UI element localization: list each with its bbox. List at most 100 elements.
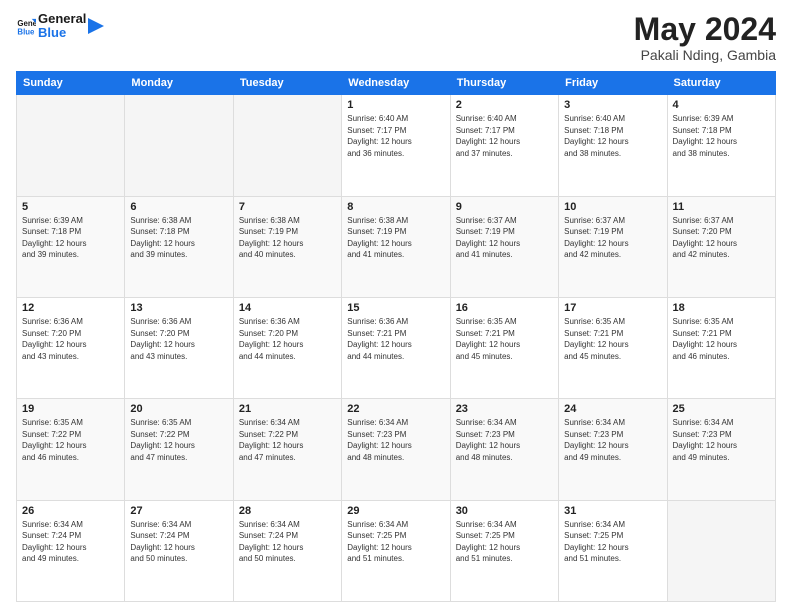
calendar-cell: 25 Sunrise: 6:34 AM Sunset: 7:23 PM Dayli…: [667, 399, 775, 500]
weekday-header-thursday: Thursday: [450, 72, 558, 95]
day-number: 16: [456, 302, 553, 314]
calendar-cell: 11Sunrise: 6:37 AM Sunset: 7:20 PM Dayli…: [667, 196, 775, 297]
calendar-cell: 13 Sunrise: 6:36 AM Sunset: 7:20 PM Dayli…: [125, 297, 233, 398]
calendar-cell: 30 Sunrise: 6:34 AM Sunset: 7:25 PM Dayli…: [450, 500, 558, 601]
calendar-cell: 26Sunrise: 6:34 AM Sunset: 7:24 PM Dayli…: [17, 500, 125, 601]
day-info: Sunrise: 6:34 AM Sunset: 7:23 PM Dayligh…: [673, 417, 770, 463]
day-info: Sunrise: 6:35 AM Sunset: 7:22 PM Dayligh…: [130, 417, 227, 463]
calendar-week-3: 12 Sunrise: 6:36 AM Sunset: 7:20 PM Dayli…: [17, 297, 776, 398]
day-number: 18: [673, 302, 770, 314]
day-number: 30: [456, 505, 553, 517]
day-number: 25: [673, 403, 770, 415]
day-info: Sunrise: 6:36 AM Sunset: 7:20 PM Dayligh…: [22, 316, 119, 362]
weekday-header-sunday: Sunday: [17, 72, 125, 95]
calendar-cell: 4Sunrise: 6:39 AM Sunset: 7:18 PM Daylig…: [667, 95, 775, 196]
day-info: Sunrise: 6:34 AM Sunset: 7:24 PM Dayligh…: [130, 519, 227, 565]
day-info: Sunrise: 6:40 AM Sunset: 7:17 PM Dayligh…: [347, 113, 444, 159]
calendar-cell: [125, 95, 233, 196]
calendar-cell: 19 Sunrise: 6:35 AM Sunset: 7:22 PM Dayli…: [17, 399, 125, 500]
logo-icon: General Blue: [16, 16, 36, 36]
weekday-header-saturday: Saturday: [667, 72, 775, 95]
calendar-cell: 6 Sunrise: 6:38 AM Sunset: 7:18 PM Daylig…: [125, 196, 233, 297]
day-info: Sunrise: 6:40 AM Sunset: 7:17 PM Dayligh…: [456, 113, 553, 159]
day-number: 13: [130, 302, 227, 314]
day-number: 3: [564, 99, 661, 111]
calendar-cell: 31 Sunrise: 6:34 AM Sunset: 7:25 PM Dayli…: [559, 500, 667, 601]
day-number: 6: [130, 201, 227, 213]
calendar-cell: 12 Sunrise: 6:36 AM Sunset: 7:20 PM Dayli…: [17, 297, 125, 398]
calendar-cell: 14 Sunrise: 6:36 AM Sunset: 7:20 PM Dayli…: [233, 297, 341, 398]
day-number: 2: [456, 99, 553, 111]
day-number: 14: [239, 302, 336, 314]
day-info: Sunrise: 6:38 AM Sunset: 7:19 PM Dayligh…: [347, 215, 444, 261]
day-info: Sunrise: 6:34 AM Sunset: 7:23 PM Dayligh…: [456, 417, 553, 463]
calendar-cell: 20 Sunrise: 6:35 AM Sunset: 7:22 PM Dayli…: [125, 399, 233, 500]
day-info: Sunrise: 6:38 AM Sunset: 7:19 PM Dayligh…: [239, 215, 336, 261]
day-info: Sunrise: 6:39 AM Sunset: 7:18 PM Dayligh…: [22, 215, 119, 261]
day-info: Sunrise: 6:34 AM Sunset: 7:23 PM Dayligh…: [564, 417, 661, 463]
day-number: 8: [347, 201, 444, 213]
day-info: Sunrise: 6:35 AM Sunset: 7:21 PM Dayligh…: [456, 316, 553, 362]
day-info: Sunrise: 6:38 AM Sunset: 7:18 PM Dayligh…: [130, 215, 227, 261]
day-number: 10: [564, 201, 661, 213]
day-number: 17: [564, 302, 661, 314]
header: General Blue General Blue May 2024 Pakal…: [16, 12, 776, 63]
day-number: 5: [22, 201, 119, 213]
day-number: 28: [239, 505, 336, 517]
day-info: Sunrise: 6:37 AM Sunset: 7:19 PM Dayligh…: [456, 215, 553, 261]
calendar-cell: 5 Sunrise: 6:39 AM Sunset: 7:18 PM Daylig…: [17, 196, 125, 297]
calendar-week-1: 1 Sunrise: 6:40 AM Sunset: 7:17 PM Daylig…: [17, 95, 776, 196]
day-number: 1: [347, 99, 444, 111]
weekday-header-tuesday: Tuesday: [233, 72, 341, 95]
weekday-header-wednesday: Wednesday: [342, 72, 450, 95]
logo: General Blue General Blue: [16, 12, 104, 41]
calendar-cell: 8 Sunrise: 6:38 AM Sunset: 7:19 PM Daylig…: [342, 196, 450, 297]
day-info: Sunrise: 6:37 AM Sunset: 7:19 PM Dayligh…: [564, 215, 661, 261]
day-number: 23: [456, 403, 553, 415]
logo-text-general: General: [38, 12, 86, 26]
calendar-cell: 15 Sunrise: 6:36 AM Sunset: 7:21 PM Dayli…: [342, 297, 450, 398]
calendar-cell: 29Sunrise: 6:34 AM Sunset: 7:25 PM Dayli…: [342, 500, 450, 601]
day-info: Sunrise: 6:36 AM Sunset: 7:20 PM Dayligh…: [130, 316, 227, 362]
day-info: Sunrise: 6:34 AM Sunset: 7:22 PM Dayligh…: [239, 417, 336, 463]
day-number: 21: [239, 403, 336, 415]
main-title: May 2024: [634, 12, 776, 47]
day-info: Sunrise: 6:35 AM Sunset: 7:22 PM Dayligh…: [22, 417, 119, 463]
day-number: 20: [130, 403, 227, 415]
calendar-cell: 7 Sunrise: 6:38 AM Sunset: 7:19 PM Daylig…: [233, 196, 341, 297]
subtitle: Pakali Nding, Gambia: [634, 47, 776, 63]
title-block: May 2024 Pakali Nding, Gambia: [634, 12, 776, 63]
calendar-cell: 27Sunrise: 6:34 AM Sunset: 7:24 PM Dayli…: [125, 500, 233, 601]
day-info: Sunrise: 6:40 AM Sunset: 7:18 PM Dayligh…: [564, 113, 661, 159]
day-number: 4: [673, 99, 770, 111]
calendar-cell: 24 Sunrise: 6:34 AM Sunset: 7:23 PM Dayli…: [559, 399, 667, 500]
calendar-week-5: 26Sunrise: 6:34 AM Sunset: 7:24 PM Dayli…: [17, 500, 776, 601]
calendar-cell: 18 Sunrise: 6:35 AM Sunset: 7:21 PM Dayli…: [667, 297, 775, 398]
calendar-cell: 9Sunrise: 6:37 AM Sunset: 7:19 PM Daylig…: [450, 196, 558, 297]
day-number: 12: [22, 302, 119, 314]
page: General Blue General Blue May 2024 Pakal…: [0, 0, 792, 612]
weekday-header-friday: Friday: [559, 72, 667, 95]
day-info: Sunrise: 6:34 AM Sunset: 7:24 PM Dayligh…: [22, 519, 119, 565]
calendar-cell: [233, 95, 341, 196]
calendar-cell: 3 Sunrise: 6:40 AM Sunset: 7:18 PM Daylig…: [559, 95, 667, 196]
day-info: Sunrise: 6:36 AM Sunset: 7:20 PM Dayligh…: [239, 316, 336, 362]
day-number: 19: [22, 403, 119, 415]
calendar-cell: 1 Sunrise: 6:40 AM Sunset: 7:17 PM Daylig…: [342, 95, 450, 196]
calendar-cell: 2 Sunrise: 6:40 AM Sunset: 7:17 PM Daylig…: [450, 95, 558, 196]
day-number: 31: [564, 505, 661, 517]
day-info: Sunrise: 6:34 AM Sunset: 7:25 PM Dayligh…: [456, 519, 553, 565]
day-info: Sunrise: 6:36 AM Sunset: 7:21 PM Dayligh…: [347, 316, 444, 362]
day-info: Sunrise: 6:35 AM Sunset: 7:21 PM Dayligh…: [673, 316, 770, 362]
day-info: Sunrise: 6:35 AM Sunset: 7:21 PM Dayligh…: [564, 316, 661, 362]
day-number: 15: [347, 302, 444, 314]
calendar-week-4: 19 Sunrise: 6:35 AM Sunset: 7:22 PM Dayli…: [17, 399, 776, 500]
day-info: Sunrise: 6:34 AM Sunset: 7:25 PM Dayligh…: [564, 519, 661, 565]
calendar-cell: [17, 95, 125, 196]
day-number: 24: [564, 403, 661, 415]
day-number: 7: [239, 201, 336, 213]
calendar-cell: 23 Sunrise: 6:34 AM Sunset: 7:23 PM Dayli…: [450, 399, 558, 500]
weekday-header-monday: Monday: [125, 72, 233, 95]
day-info: Sunrise: 6:34 AM Sunset: 7:25 PM Dayligh…: [347, 519, 444, 565]
day-info: Sunrise: 6:34 AM Sunset: 7:24 PM Dayligh…: [239, 519, 336, 565]
